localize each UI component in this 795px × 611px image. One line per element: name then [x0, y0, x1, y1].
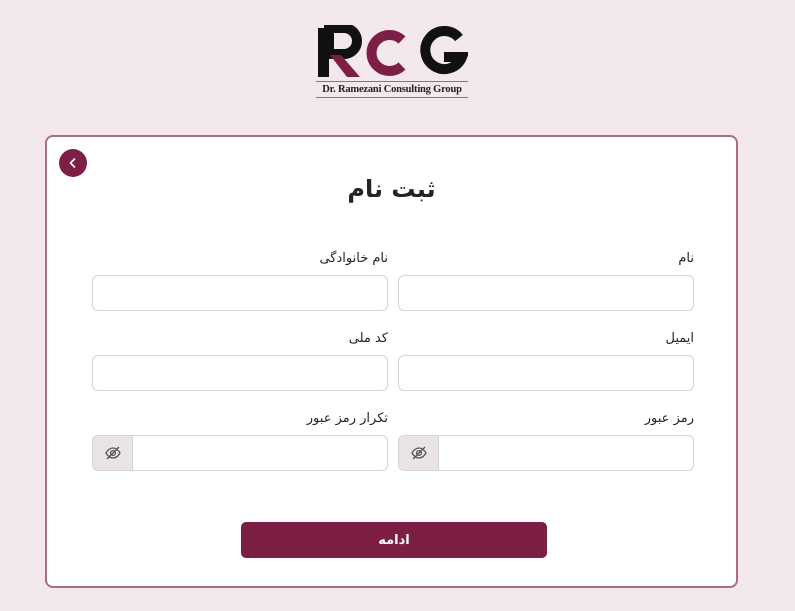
national-code-field: کد ملی [92, 329, 388, 391]
logo-divider [316, 81, 468, 82]
last-name-field: نام خانوادگی [92, 249, 388, 311]
signup-card: ثبت نام نام نام خانوادگی ایمیل کد ملی رم… [45, 135, 738, 588]
page-title: ثبت نام [347, 175, 436, 203]
password-repeat-visibility-toggle[interactable] [93, 436, 133, 470]
password-repeat-input[interactable] [133, 436, 387, 470]
email-input[interactable] [399, 356, 693, 390]
email-field: ایمیل [398, 329, 694, 391]
national-code-input[interactable] [93, 356, 387, 390]
first-name-field: نام [398, 249, 694, 311]
first-name-label: نام [678, 251, 694, 266]
logo-divider [316, 97, 468, 98]
back-button[interactable] [59, 149, 87, 177]
rcg-logo-mark [318, 25, 468, 77]
first-name-input[interactable] [399, 276, 693, 310]
password-repeat-field: تکرار رمز عبور [92, 409, 388, 471]
password-input[interactable] [439, 436, 693, 470]
logo-caption: Dr. Ramezani Consulting Group [322, 84, 462, 95]
eye-slash-icon [104, 446, 121, 460]
email-label: ایمیل [665, 331, 694, 346]
last-name-input[interactable] [93, 276, 387, 310]
password-field: رمز عبور [398, 409, 694, 471]
continue-button[interactable]: ادامه [241, 522, 547, 558]
password-repeat-label: تکرار رمز عبور [306, 411, 388, 426]
chevron-left-icon [69, 158, 76, 168]
last-name-label: نام خانوادگی [319, 251, 388, 266]
password-visibility-toggle[interactable] [399, 436, 439, 470]
company-logo: Dr. Ramezani Consulting Group [316, 25, 468, 99]
password-label: رمز عبور [644, 411, 694, 426]
national-code-label: کد ملی [348, 331, 388, 346]
eye-slash-icon [410, 446, 427, 460]
